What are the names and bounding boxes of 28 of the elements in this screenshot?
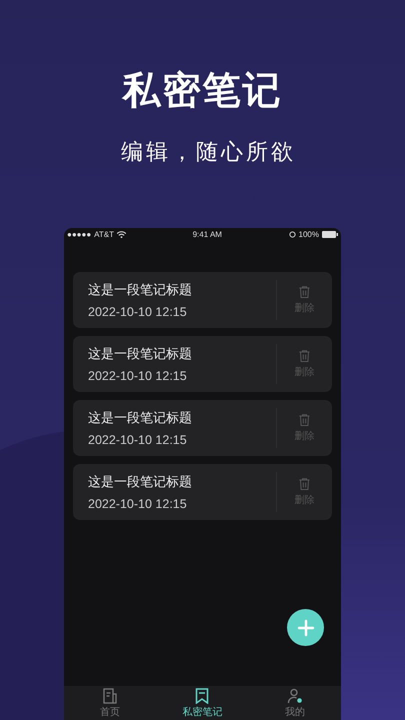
note-title: 这是一段笔记标题 (88, 474, 193, 492)
note-title: 这是一段笔记标题 (88, 410, 193, 428)
note-time: 2022-10-10 12:15 (88, 368, 188, 382)
status-time: 9:41 AM (192, 230, 222, 238)
signal-dots: ●●●●● (67, 230, 92, 238)
tab-button[interactable]: 私密笔记 (156, 686, 249, 720)
note-title: 这是一段笔记标题 (88, 282, 193, 300)
add-button[interactable] (287, 609, 324, 646)
bookmark-icon (195, 688, 210, 704)
subheadline: 编辑，随心所欲 (121, 139, 296, 167)
trash-icon (299, 286, 310, 298)
note-time: 2022-10-10 12:15 (88, 432, 188, 446)
battery-percent: 100% (298, 230, 319, 238)
carrier-label: AT&T (94, 230, 114, 238)
document-icon (103, 688, 118, 704)
note-time: 2022-10-10 12:15 (88, 304, 188, 318)
trash-icon (299, 350, 310, 362)
note-title: 这是一段笔记标题 (88, 346, 193, 364)
plus-icon (296, 618, 314, 636)
person-icon (286, 688, 303, 704)
battery-icon (322, 230, 338, 238)
wifi-icon (117, 230, 126, 238)
tab-button[interactable]: 首页 (64, 686, 156, 720)
tab-button[interactable]: 我的 (248, 686, 341, 720)
note-time: 2022-10-10 12:15 (88, 496, 188, 510)
headline: 私密笔记 (122, 67, 282, 114)
trash-icon (299, 478, 310, 490)
trash-icon (299, 414, 310, 426)
